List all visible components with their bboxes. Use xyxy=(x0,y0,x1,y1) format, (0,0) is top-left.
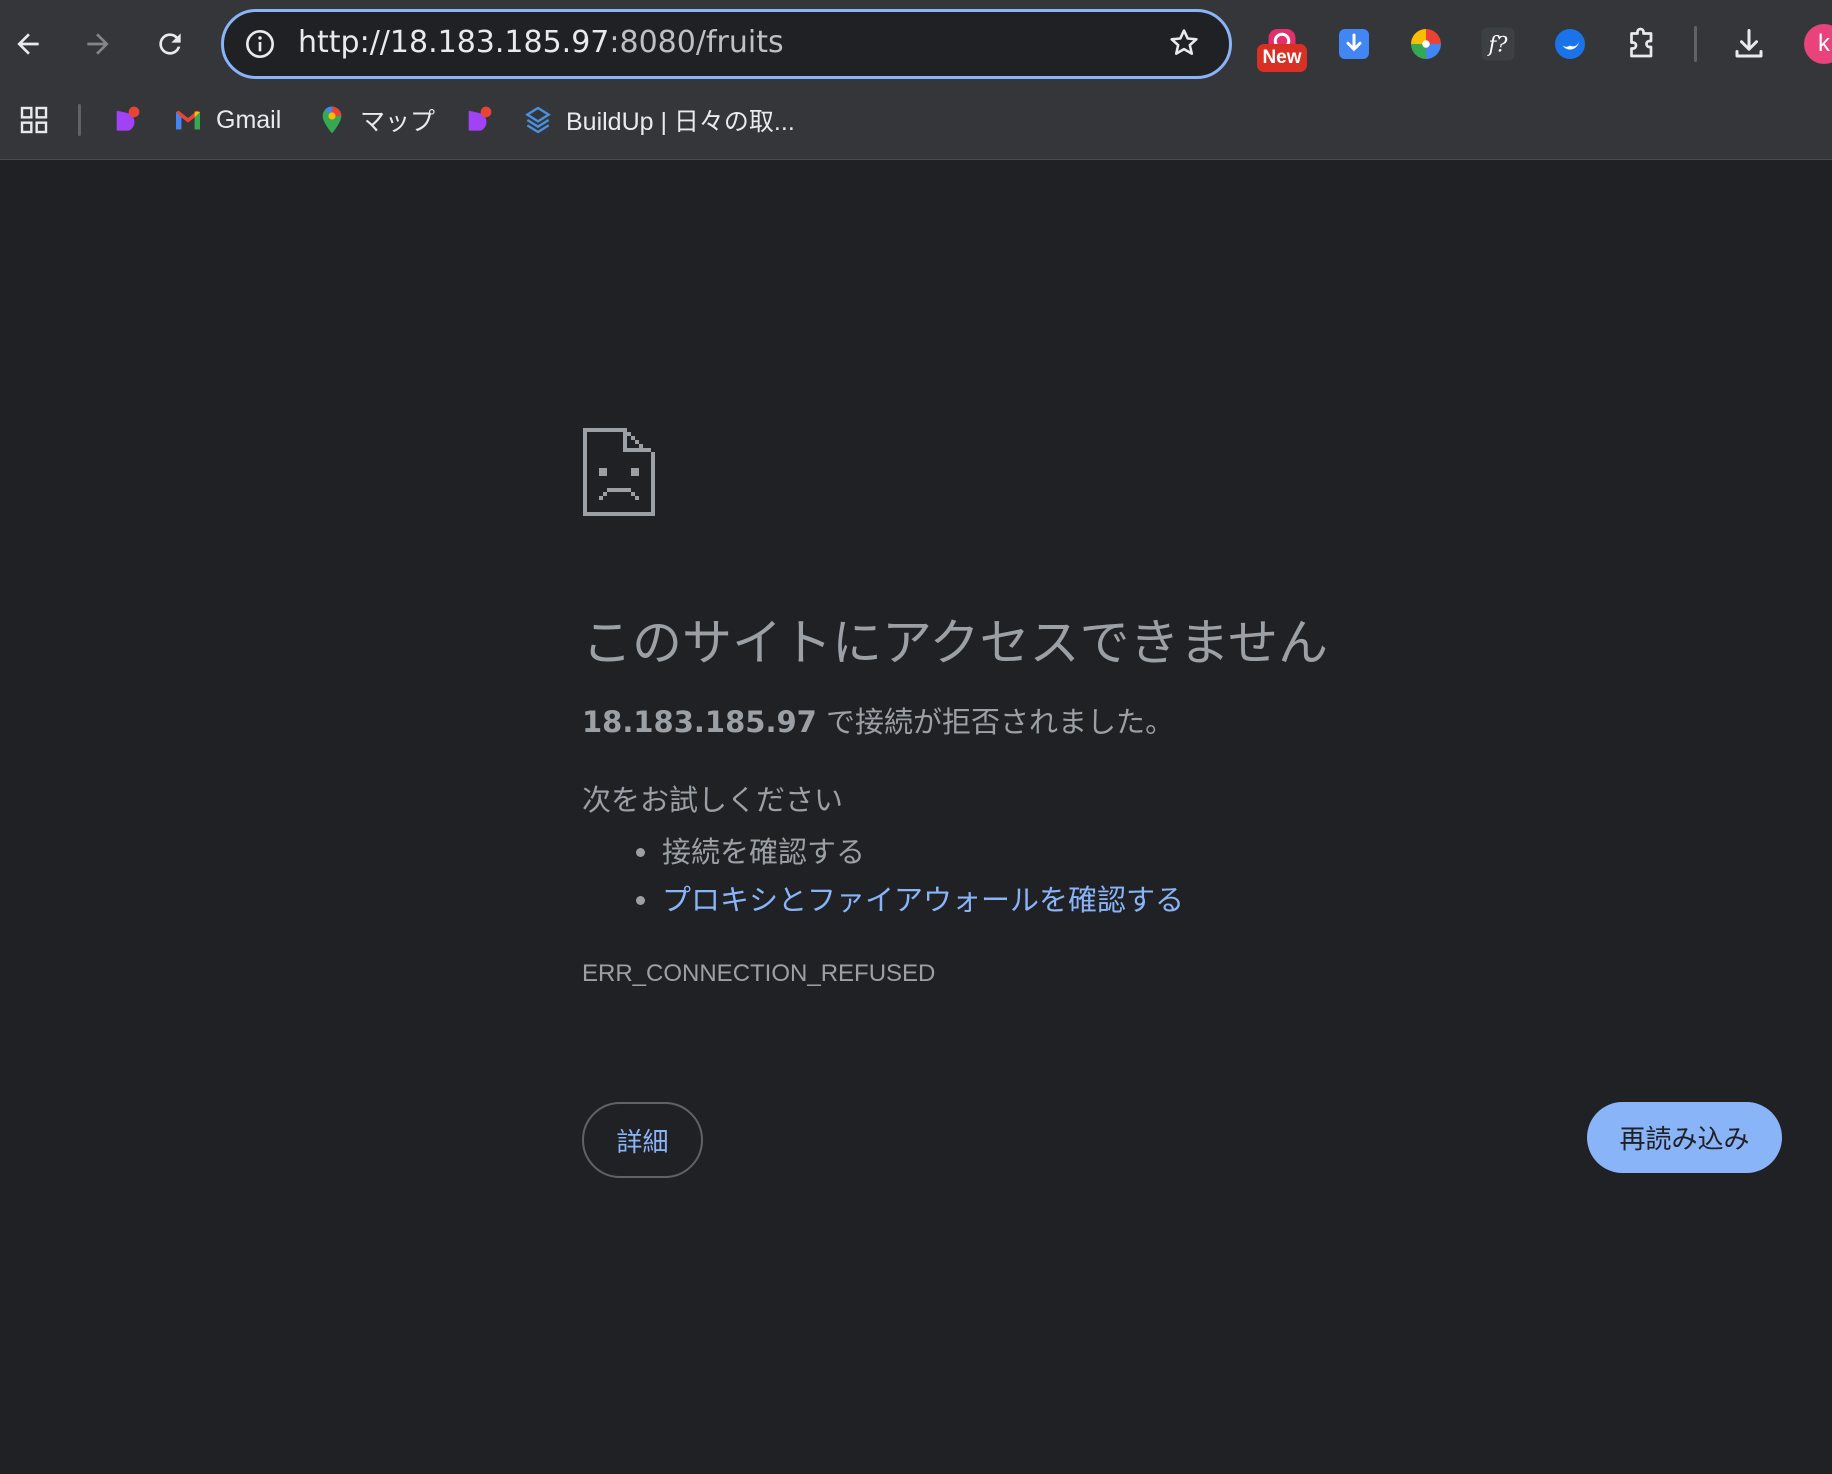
apps-grid-icon[interactable] xyxy=(18,104,50,136)
maps-icon xyxy=(322,106,342,134)
check-proxy-firewall-link[interactable]: プロキシとファイアウォールを確認する xyxy=(662,883,1184,917)
browser-toolbar: http://18.183.185.97:8080/fruits New f? … xyxy=(0,0,1832,88)
refresh-icon xyxy=(159,33,181,55)
extension-download-button[interactable] xyxy=(1334,24,1374,64)
address-bar[interactable]: http://18.183.185.97:8080/fruits xyxy=(221,9,1232,79)
error-description-text: で接続が拒否されました。 xyxy=(816,705,1175,739)
arrow-left-icon xyxy=(17,33,39,55)
puzzle-icon xyxy=(1630,27,1653,58)
back-button[interactable] xyxy=(0,16,56,72)
bookmark-label: BuildUp | 日々の取... xyxy=(566,108,795,136)
error-host: 18.183.185.97 xyxy=(582,705,817,739)
url-text[interactable]: http://18.183.185.97:8080/fruits xyxy=(298,23,784,63)
b-logo-icon xyxy=(468,106,492,131)
info-icon[interactable] xyxy=(244,28,276,60)
suggestion-check-proxy: プロキシとファイアウォールを確認する xyxy=(582,876,1184,924)
forward-button[interactable] xyxy=(70,16,126,72)
svg-text:f?: f? xyxy=(1486,33,1508,57)
toolbar-divider xyxy=(1694,26,1697,62)
star-icon[interactable] xyxy=(1167,26,1201,60)
bookmark-b-1[interactable] xyxy=(110,100,154,140)
bookmarks-bar: Gmail マップ BuildUp | 日々の取... xyxy=(0,88,1832,160)
suggestions-heading: 次をお試しください xyxy=(582,783,844,817)
bookmarks-divider xyxy=(78,104,81,136)
download-icon xyxy=(1735,29,1763,58)
extensions-menu-button[interactable] xyxy=(1622,24,1662,64)
profile-avatar[interactable]: k xyxy=(1804,24,1832,64)
extension-globe-button[interactable] xyxy=(1550,24,1590,64)
error-description: 18.183.185.97 で接続が拒否されました。 xyxy=(582,702,1174,742)
sad-document-icon xyxy=(583,428,655,516)
bookmark-b-2[interactable] xyxy=(462,100,506,140)
bookmark-maps[interactable]: マップ xyxy=(316,100,435,140)
buildup-icon xyxy=(525,106,551,134)
gmail-icon xyxy=(176,110,200,130)
url-host: http://18.183.185.97 xyxy=(298,25,610,60)
bookmark-buildup[interactable]: BuildUp | 日々の取... xyxy=(522,100,795,140)
suggestion-check-connection: 接続を確認する xyxy=(582,828,1184,876)
details-button[interactable]: 詳細 xyxy=(582,1102,703,1178)
globe-extension-icon xyxy=(1555,29,1585,59)
error-code: ERR_CONNECTION_REFUSED xyxy=(582,960,936,987)
b-logo-icon xyxy=(116,106,140,131)
arrow-right-icon xyxy=(87,33,109,55)
reload-button[interactable]: 再読み込み xyxy=(1587,1102,1782,1173)
bookmark-label: マップ xyxy=(360,108,436,136)
error-title: このサイトにアクセスできません xyxy=(582,614,1328,672)
new-badge: New xyxy=(1257,44,1307,72)
extension-font-button[interactable]: f? xyxy=(1478,24,1518,64)
suggestion-text: 接続を確認する xyxy=(662,835,866,869)
download-extension-icon xyxy=(1339,29,1369,59)
url-path: :8080/fruits xyxy=(609,25,784,60)
reload-page-button[interactable] xyxy=(142,16,198,72)
downloads-button[interactable] xyxy=(1729,24,1769,64)
extension-color-button[interactable] xyxy=(1406,24,1446,64)
bookmark-gmail[interactable]: Gmail xyxy=(172,100,281,140)
suggestions-list: 接続を確認する プロキシとファイアウォールを確認する xyxy=(582,828,1184,924)
font-question-icon: f? xyxy=(1481,27,1515,61)
bookmark-label: Gmail xyxy=(216,105,282,134)
color-wheel-icon xyxy=(1411,29,1441,59)
